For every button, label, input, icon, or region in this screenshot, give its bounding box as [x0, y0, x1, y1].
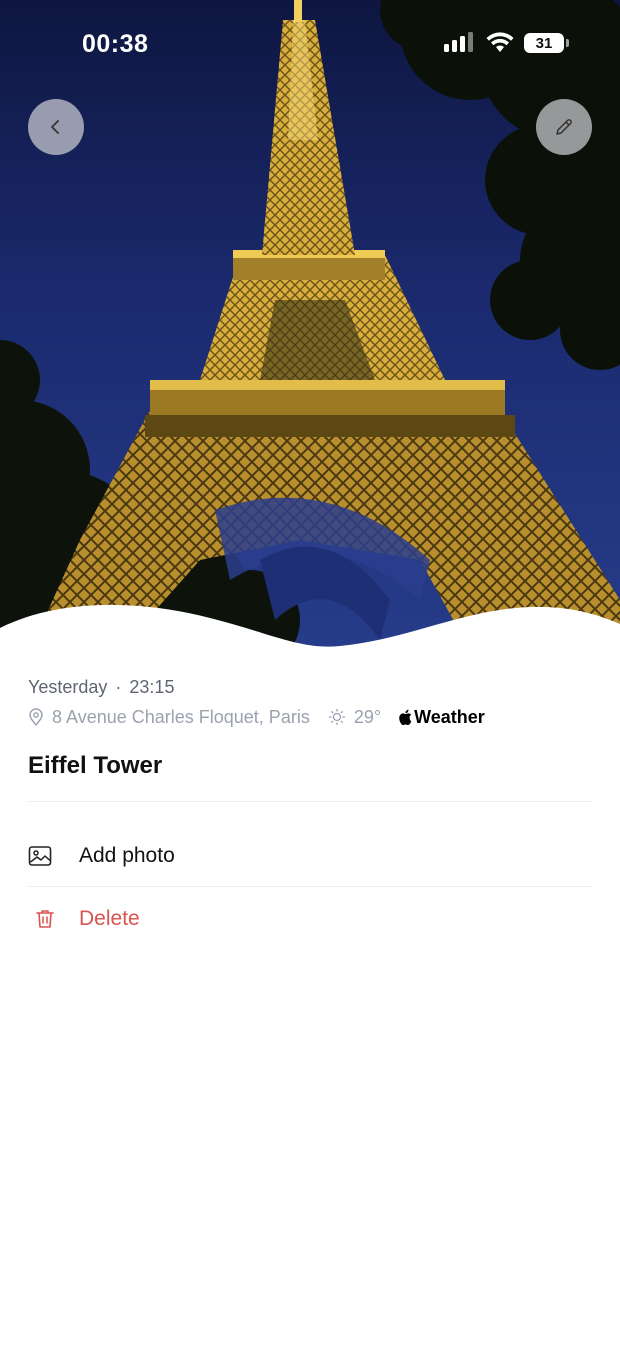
- temperature: 29°: [353, 706, 382, 727]
- image-icon: [28, 845, 62, 867]
- status-bar: 00:38 31: [0, 0, 620, 92]
- weather-attribution[interactable]: Weather: [399, 707, 485, 728]
- weather-brand-label: Weather: [414, 706, 485, 727]
- sun-icon: [328, 708, 346, 726]
- back-button[interactable]: [28, 99, 84, 155]
- apple-logo-icon: [399, 709, 412, 725]
- delete-button[interactable]: Delete: [28, 891, 592, 947]
- battery-indicator: 31: [524, 33, 569, 53]
- signal-icon: [444, 32, 473, 52]
- add-photo-label: Add photo: [79, 844, 175, 867]
- location-pin-icon: [28, 708, 44, 726]
- hero-photo: [0, 0, 620, 650]
- delete-label: Delete: [79, 907, 140, 930]
- wifi-icon: [486, 32, 514, 52]
- edit-button[interactable]: [536, 99, 592, 155]
- entry-time: 23:15: [129, 676, 175, 697]
- date-label: Yesterday: [28, 676, 108, 697]
- location-address[interactable]: 8 Avenue Charles Floquet, Paris: [52, 707, 310, 728]
- pencil-icon: [556, 119, 572, 135]
- status-time: 00:38: [82, 30, 149, 58]
- wave-divider: [0, 604, 620, 650]
- divider: [28, 886, 592, 887]
- date-line: Yesterday · 23:15: [28, 672, 592, 702]
- divider: [28, 801, 592, 802]
- entry-details: Yesterday · 23:15 8 Avenue Charles Floqu…: [28, 672, 592, 780]
- meta-line: 8 Avenue Charles Floquet, Paris 29° Weat…: [28, 702, 592, 732]
- date-separator: ·: [115, 676, 122, 697]
- trash-icon: [28, 908, 62, 930]
- battery-tip: [566, 39, 569, 47]
- chevron-left-icon: [51, 120, 59, 134]
- add-photo-button[interactable]: Add photo: [28, 828, 592, 884]
- eiffel-tower-photo: [0, 0, 620, 650]
- entry-title: Eiffel Tower: [28, 752, 163, 779]
- status-icons: 31: [444, 32, 569, 54]
- battery-level: 31: [535, 34, 553, 52]
